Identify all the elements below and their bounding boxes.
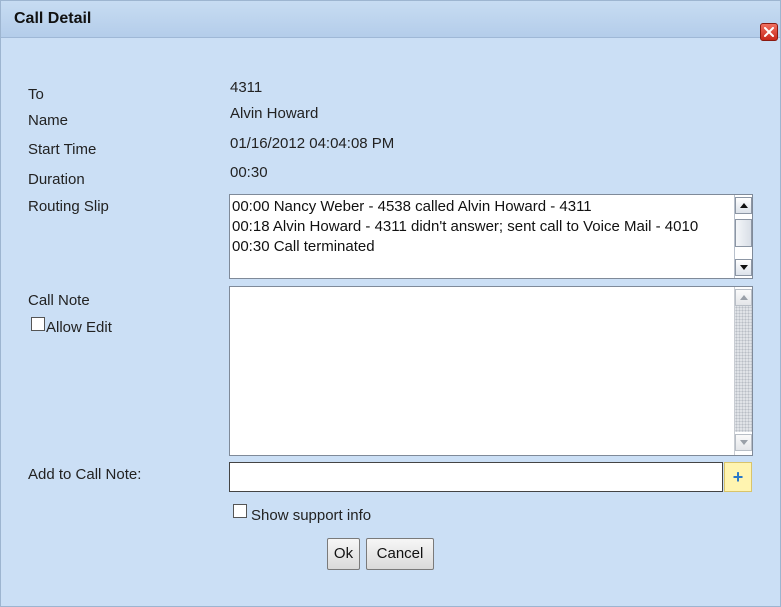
call-note-textarea[interactable]	[229, 286, 753, 456]
scroll-up-button[interactable]	[735, 289, 752, 306]
routing-scrollbar[interactable]	[734, 195, 752, 278]
arrow-down-icon	[740, 265, 748, 270]
scroll-down-button[interactable]	[735, 259, 752, 276]
routing-slip-label: Routing Slip	[28, 198, 109, 215]
routing-entry: 00:00 Nancy Weber - 4538 called Alvin Ho…	[232, 198, 592, 215]
add-to-call-note-label: Add to Call Note:	[28, 466, 142, 483]
dialog-title: Call Detail	[14, 10, 92, 27]
cancel-button[interactable]: Cancel	[366, 538, 434, 570]
duration-value: 00:30	[230, 164, 268, 181]
name-label: Name	[28, 112, 69, 129]
to-label: To	[28, 86, 44, 103]
show-support-info-label: Show support info	[251, 507, 372, 524]
routing-entry: 00:18 Alvin Howard - 4311 didn't answer;…	[232, 218, 699, 235]
routing-entry: 00:30 Call terminated	[232, 238, 375, 255]
scroll-track	[735, 306, 752, 432]
allow-edit-label: Allow Edit	[46, 319, 112, 336]
duration-label: Duration	[28, 171, 85, 188]
add-note-button[interactable]: +	[724, 462, 752, 492]
call-note-label: Call Note	[28, 292, 90, 309]
close-button[interactable]	[760, 23, 778, 41]
scroll-up-button[interactable]	[735, 197, 752, 214]
scroll-track[interactable]	[735, 214, 752, 259]
close-icon	[764, 27, 774, 37]
plus-icon: +	[732, 467, 744, 487]
add-to-call-note-input[interactable]	[229, 462, 723, 492]
show-support-info-checkbox[interactable]	[233, 504, 247, 518]
arrow-up-icon	[740, 203, 748, 208]
call-detail-dialog: Call Detail To 4311 Name Alvin Howard St…	[0, 0, 781, 607]
allow-edit-checkbox[interactable]	[31, 317, 45, 331]
ok-button[interactable]: Ok	[327, 538, 360, 570]
arrow-up-icon	[740, 295, 748, 300]
scroll-thumb[interactable]	[735, 219, 752, 247]
scroll-down-button[interactable]	[735, 434, 752, 451]
start-time-label: Start Time	[28, 141, 97, 158]
start-time-value: 01/16/2012 04:04:08 PM	[230, 135, 395, 152]
routing-slip-box[interactable]: 00:00 Nancy Weber - 4538 called Alvin Ho…	[229, 194, 753, 279]
to-value: 4311	[230, 79, 263, 96]
routing-slip-text: 00:00 Nancy Weber - 4538 called Alvin Ho…	[232, 197, 726, 257]
call-note-scrollbar[interactable]	[734, 287, 752, 455]
name-value: Alvin Howard	[230, 105, 319, 122]
arrow-down-icon	[740, 440, 748, 445]
dialog-titlebar: Call Detail	[1, 1, 780, 41]
